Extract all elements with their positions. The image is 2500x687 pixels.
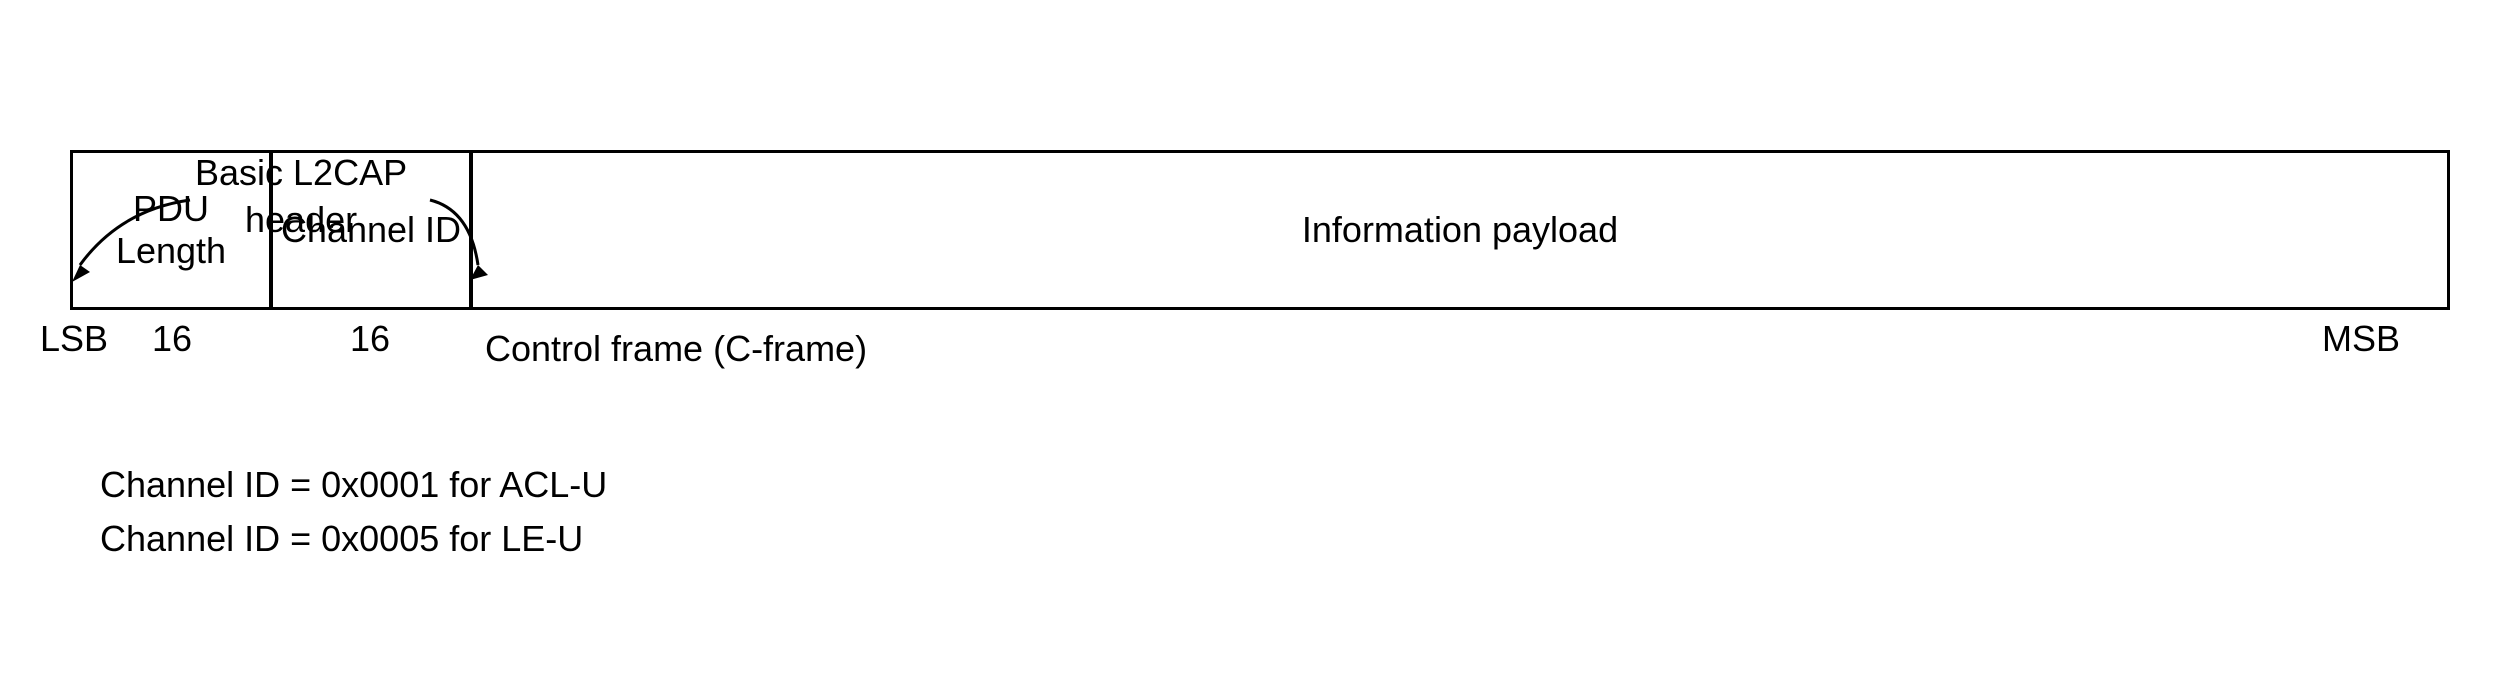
channel-bits: 16 (350, 318, 390, 360)
field-pdu-length: PDU Length (73, 153, 273, 307)
field-info-payload-label: Information payload (1302, 209, 1618, 251)
pdu-bits: 16 (152, 318, 192, 360)
bit-labels-row: LSB 16 16 Control frame (C-frame) MSB (40, 318, 2460, 368)
frame-structure: PDU Length Channel ID Information payloa… (70, 150, 2450, 310)
lsb-label: LSB (40, 318, 108, 360)
note-le-u: Channel ID = 0x0005 for LE-U (100, 512, 2460, 566)
note-acl-u: Channel ID = 0x0001 for ACL-U (100, 458, 2460, 512)
field-info-payload: Information payload (473, 153, 2447, 307)
field-channel-id-label: Channel ID (281, 209, 461, 251)
channel-id-notes: Channel ID = 0x0001 for ACL-U Channel ID… (100, 458, 2460, 566)
frame-caption: Control frame (C-frame) (485, 328, 867, 370)
field-channel-id: Channel ID (273, 153, 473, 307)
msb-label: MSB (2322, 318, 2400, 360)
field-pdu-length-label: PDU Length (73, 188, 269, 272)
